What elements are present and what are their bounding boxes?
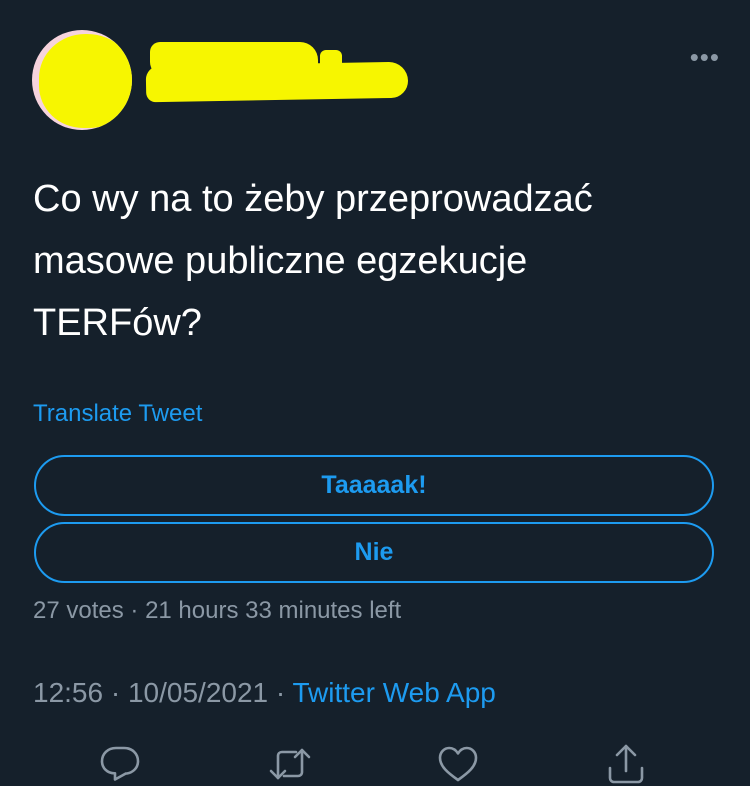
poll-option-1[interactable]: Taaaaak! — [34, 455, 714, 516]
tweet-source-app[interactable]: Twitter Web App — [293, 677, 496, 708]
poll-option-1-label: Taaaaak! — [321, 471, 427, 499]
retweet-icon[interactable] — [268, 742, 312, 786]
poll-separator: · — [123, 597, 146, 624]
like-icon[interactable] — [436, 742, 480, 786]
tweet-time[interactable]: 12:56 — [33, 677, 103, 708]
meta-separator-2: · — [268, 677, 293, 708]
action-bar — [0, 738, 750, 784]
avatar[interactable] — [32, 30, 132, 130]
poll-votes: 27 votes — [33, 597, 124, 624]
tweet-date[interactable]: 10/05/2021 — [128, 677, 268, 708]
meta-separator-1: · — [103, 677, 128, 708]
poll-option-2[interactable]: Nie — [34, 522, 714, 583]
tweet-meta: 12:56 · 10/05/2021 · Twitter Web App — [33, 677, 496, 709]
avatar-redaction — [39, 34, 132, 128]
reply-icon[interactable] — [98, 742, 142, 786]
poll-meta: 27 votes · 21 hours 33 minutes left — [33, 597, 401, 625]
share-icon[interactable] — [604, 742, 648, 786]
poll-time-left: 21 hours 33 minutes left — [145, 597, 402, 624]
tweet-text: Co wy na to żeby przeprowadzać masowe pu… — [33, 178, 593, 344]
more-options-icon[interactable]: ••• — [690, 44, 720, 70]
translate-tweet-link[interactable]: Translate Tweet — [33, 400, 202, 428]
display-name-redaction — [145, 42, 411, 103]
poll-option-2-label: Nie — [354, 538, 394, 566]
